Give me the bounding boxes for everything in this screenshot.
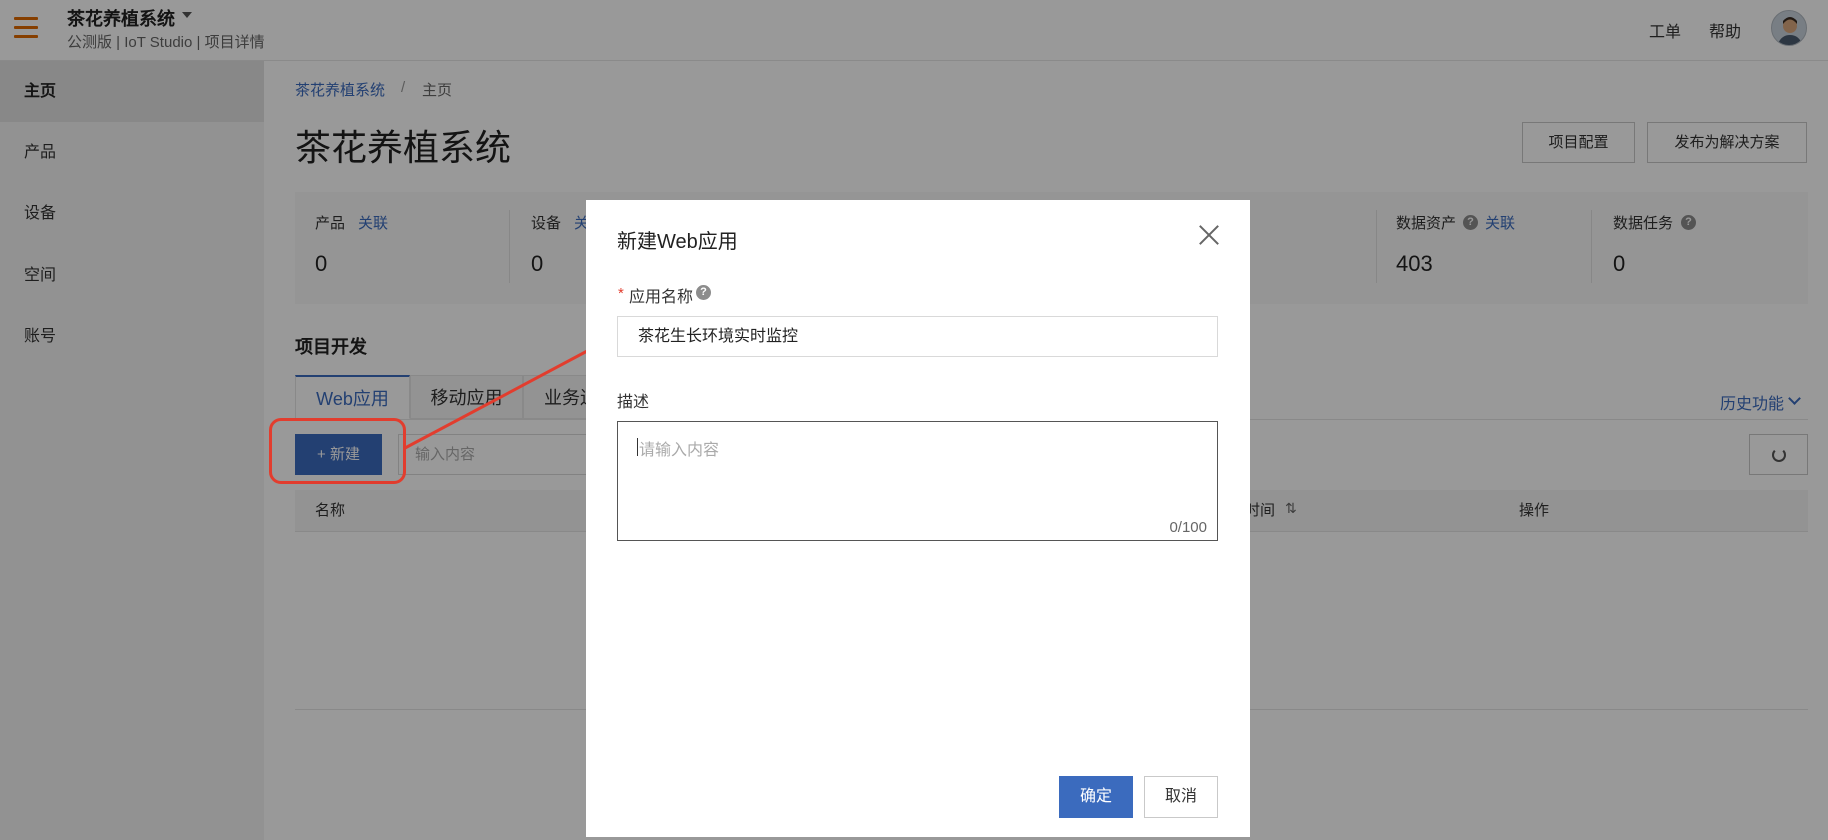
close-icon[interactable]	[1196, 222, 1222, 248]
annotation-highlight-box	[269, 418, 406, 484]
dialog-title: 新建Web应用	[617, 231, 738, 253]
description-placeholder: 请输入内容	[639, 442, 720, 459]
description-textarea[interactable]: 请输入内容 0/100	[617, 421, 1218, 541]
new-web-app-dialog: 新建Web应用 * 应用名称 ? 茶花生长环境实时监控 描述 请输入内容 0/1…	[586, 200, 1250, 837]
cancel-button[interactable]: 取消	[1144, 776, 1218, 818]
description-label: 描述	[617, 394, 650, 411]
character-counter: 0/100	[1169, 519, 1207, 536]
help-icon[interactable]: ?	[696, 285, 711, 300]
text-cursor	[637, 438, 638, 456]
app-name-input[interactable]: 茶花生长环境实时监控	[617, 316, 1218, 357]
app-name-label: 应用名称	[629, 289, 694, 306]
confirm-button[interactable]: 确定	[1059, 776, 1133, 818]
required-marker: *	[618, 285, 624, 302]
